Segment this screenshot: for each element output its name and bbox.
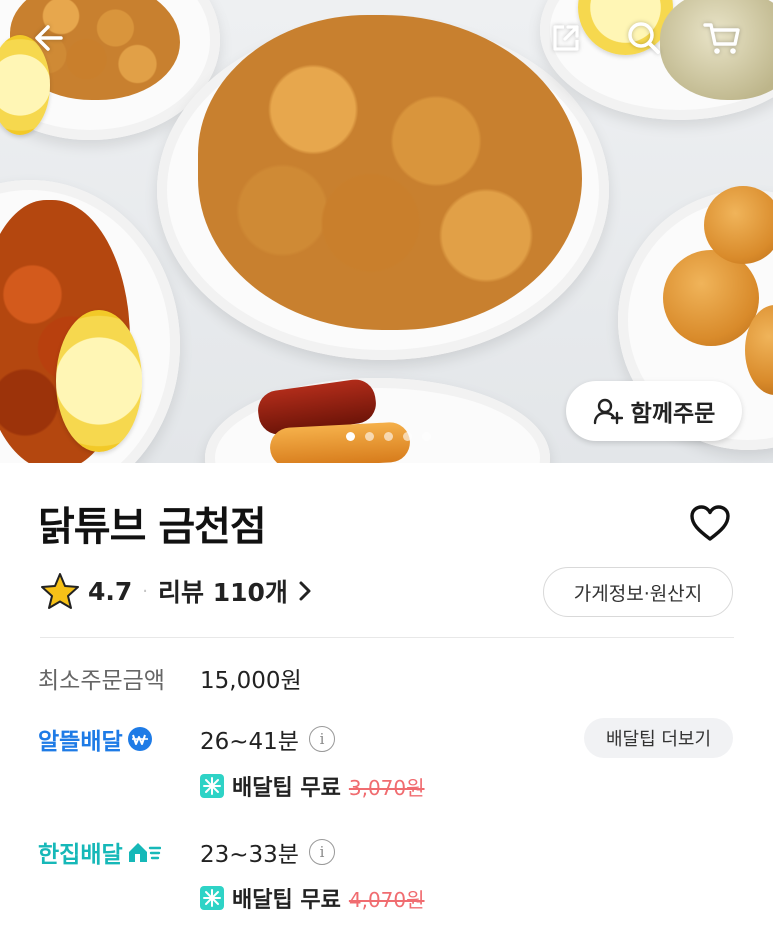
chevron-right-icon xyxy=(299,581,311,601)
store-name: 닭튜브 금천점 xyxy=(38,504,267,550)
free-tip-icon xyxy=(200,886,224,910)
fast-home-icon xyxy=(128,843,161,862)
info-icon[interactable]: i xyxy=(308,839,335,865)
rating-score: 4.7 xyxy=(88,576,133,606)
cheese-ball-image xyxy=(704,186,773,264)
saver-delivery-time: 26~41분 i xyxy=(200,722,335,756)
single-delivery-label[interactable]: 한집배달 xyxy=(38,835,161,869)
carousel-dot[interactable] xyxy=(365,432,374,441)
sausage-image xyxy=(269,421,411,463)
saver-delivery-name: 알뜰배달 xyxy=(38,729,123,755)
saver-free-tip-row: 배달팁 무료 3,070원 xyxy=(200,770,425,802)
single-free-tip-row: 배달팁 무료 4,070원 xyxy=(200,882,425,914)
favorite-button[interactable] xyxy=(688,502,732,546)
back-button[interactable] xyxy=(27,16,71,60)
together-order-label: 함께주문 xyxy=(630,401,716,427)
cart-icon xyxy=(703,23,740,54)
coin-badge-icon xyxy=(127,727,152,751)
store-hero-image[interactable]: 함께주문 xyxy=(0,0,773,463)
together-order-button[interactable]: 함께주문 xyxy=(566,381,742,441)
review-count-link[interactable]: 리뷰 110개 xyxy=(158,573,288,609)
carousel-dot[interactable] xyxy=(422,432,431,441)
original-tip-price: 3,070원 xyxy=(348,775,425,800)
free-tip-label: 배달팁 무료 xyxy=(232,776,341,801)
back-arrow-icon xyxy=(35,25,63,51)
free-tip-icon xyxy=(200,774,224,798)
separator-dot: · xyxy=(142,580,149,602)
min-order-label: 최소주문금액 xyxy=(38,668,165,694)
carousel-dot[interactable] xyxy=(384,432,393,441)
single-delivery-name: 한집배달 xyxy=(38,842,123,868)
single-delivery-time: 23~33분 i xyxy=(200,835,335,869)
saver-delivery-label[interactable]: 알뜰배달 xyxy=(38,722,153,756)
delivery-tip-more-button[interactable]: 배달팁 더보기 xyxy=(584,718,733,758)
carousel-indicator xyxy=(346,432,431,441)
heart-icon xyxy=(690,505,730,541)
single-time-value: 23~33분 xyxy=(200,842,299,868)
cheese-ball-image xyxy=(663,250,759,346)
store-info-button[interactable]: 가게정보·원산지 xyxy=(543,567,733,617)
search-button[interactable] xyxy=(622,16,666,60)
cart-button[interactable] xyxy=(700,16,744,60)
lemon-slice-image xyxy=(56,310,142,452)
info-icon[interactable]: i xyxy=(308,726,335,752)
divider xyxy=(40,637,734,638)
rating-row[interactable]: 4.7 · 리뷰 110개 xyxy=(40,571,314,611)
share-button[interactable] xyxy=(544,16,588,60)
saver-time-value: 26~41분 xyxy=(200,729,299,755)
original-tip-price: 4,070원 xyxy=(348,887,425,912)
min-order-value: 15,000원 xyxy=(200,668,302,694)
add-user-icon xyxy=(593,398,623,425)
carousel-dot[interactable] xyxy=(346,432,355,441)
star-icon xyxy=(41,573,79,609)
carousel-dot[interactable] xyxy=(403,432,412,441)
share-icon xyxy=(553,25,579,51)
search-icon xyxy=(628,22,660,54)
free-tip-label: 배달팁 무료 xyxy=(232,888,341,913)
